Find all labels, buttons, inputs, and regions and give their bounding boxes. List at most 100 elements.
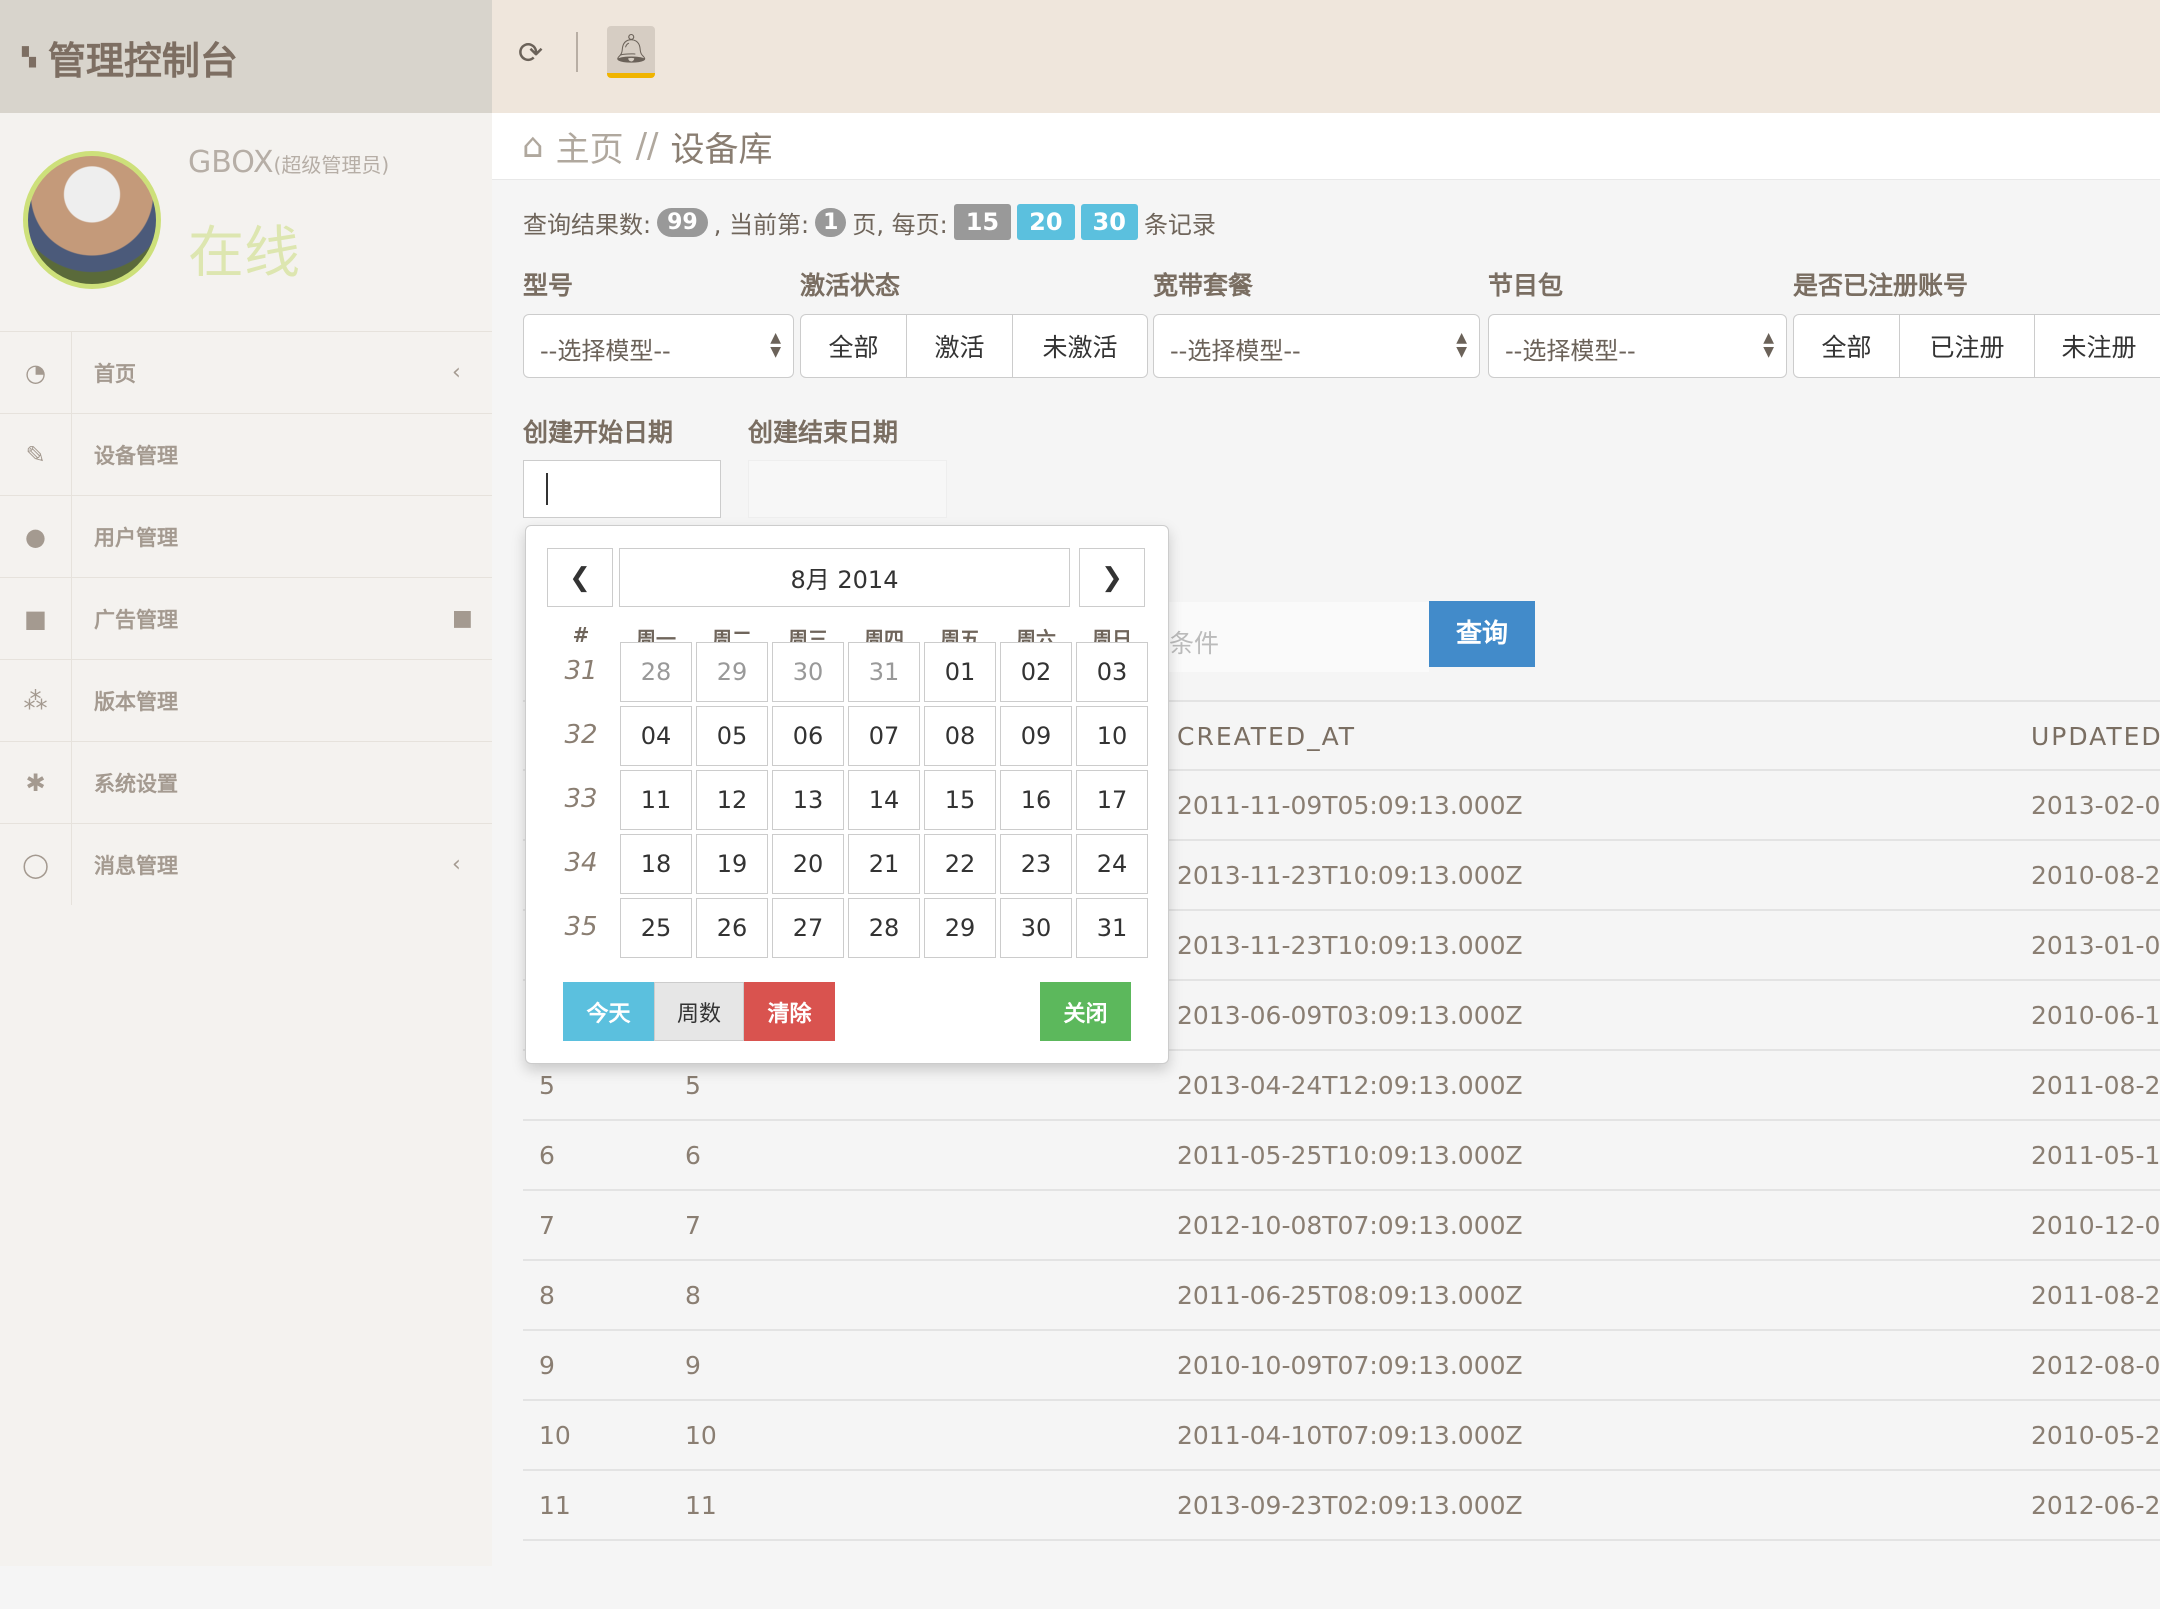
week-number: 35: [564, 912, 598, 942]
activation-all[interactable]: 全部: [801, 315, 907, 377]
refresh-icon[interactable]: ⟳: [518, 36, 543, 71]
calendar-day[interactable]: 23: [1000, 834, 1072, 894]
calendar-day[interactable]: 08: [924, 706, 996, 766]
calendar-day[interactable]: 17: [1076, 770, 1148, 830]
query-button[interactable]: 查询: [1429, 601, 1535, 667]
table-row[interactable]: 8 8 2011-06-25T08:09:13.000Z 2011-08-2: [523, 1259, 2160, 1329]
calendar-day[interactable]: 24: [1076, 834, 1148, 894]
registered-no[interactable]: 未注册: [2035, 315, 2160, 377]
breadcrumb: ⌂ 主页 // 设备库: [492, 113, 2160, 180]
sidebar-item-4[interactable]: ■ 广告管理 ■: [0, 577, 492, 659]
calendar-day[interactable]: 12: [696, 770, 768, 830]
user-role: (超级管理员): [273, 153, 390, 177]
page-size-15[interactable]: 15: [953, 204, 1012, 240]
calendar-day[interactable]: 31: [848, 642, 920, 702]
calendar-day[interactable]: 03: [1076, 642, 1148, 702]
calendar-day[interactable]: 06: [772, 706, 844, 766]
calendar-day[interactable]: 02: [1000, 642, 1072, 702]
table-row[interactable]: [523, 1539, 2160, 1609]
breadcrumb-home[interactable]: 主页: [556, 122, 624, 171]
calendar-day[interactable]: 20: [772, 834, 844, 894]
today-button[interactable]: 今天: [563, 982, 654, 1041]
month-title[interactable]: 8月 2014: [619, 548, 1070, 607]
calendar-day[interactable]: 22: [924, 834, 996, 894]
table-row[interactable]: 7 7 2012-10-08T07:09:13.000Z 2010-12-0: [523, 1189, 2160, 1259]
activation-inactive[interactable]: 未激活: [1013, 315, 1147, 377]
video-camera-icon: ■: [0, 578, 72, 659]
table-cell: 10: [539, 1421, 571, 1450]
broadband-select-value: --选择模型--: [1170, 337, 1301, 365]
column-header-created-at[interactable]: CREATED_AT: [1177, 722, 1356, 751]
calendar-day[interactable]: 04: [620, 706, 692, 766]
table-row[interactable]: 6 6 2011-05-25T10:09:13.000Z 2011-05-1: [523, 1119, 2160, 1189]
sidebar-item-label: 消息管理: [94, 853, 178, 878]
calendar-day[interactable]: 11: [620, 770, 692, 830]
table-cell: 2010-06-1: [2031, 1001, 2160, 1030]
calendar-day[interactable]: 09: [1000, 706, 1072, 766]
column-header-updated-at[interactable]: UPDATED: [2031, 722, 2160, 751]
week-numbers-button[interactable]: 周数: [654, 982, 744, 1041]
model-select[interactable]: --选择模型-- ▲ ▼: [523, 314, 794, 378]
prev-month-button[interactable]: ❮: [547, 548, 613, 607]
calendar-day[interactable]: 19: [696, 834, 768, 894]
table-cell: 2013-01-0: [2031, 931, 2160, 960]
package-select[interactable]: --选择模型-- ▲ ▼: [1488, 314, 1787, 378]
table-cell: 2013-06-09T03:09:13.000Z: [1177, 1001, 1523, 1030]
app-title: 管理控制台: [47, 39, 238, 83]
registered-toggle-group: 全部 已注册 未注册: [1793, 314, 2160, 378]
registered-all[interactable]: 全部: [1794, 315, 1900, 377]
start-date-input[interactable]: [523, 460, 721, 518]
calendar-day[interactable]: 27: [772, 898, 844, 958]
table-cell: 2013-04-24T12:09:13.000Z: [1177, 1071, 1523, 1100]
calendar-day[interactable]: 07: [848, 706, 920, 766]
calendar-day[interactable]: 01: [924, 642, 996, 702]
clear-button[interactable]: 清除: [744, 982, 835, 1041]
sidebar-item-3[interactable]: ● 用户管理: [0, 495, 492, 577]
weekday-header: #: [572, 623, 590, 647]
table-row[interactable]: 10 10 2011-04-10T07:09:13.000Z 2010-05-2: [523, 1399, 2160, 1469]
calendar-day[interactable]: 28: [620, 642, 692, 702]
table-row[interactable]: 11 11 2013-09-23T02:09:13.000Z 2012-06-2: [523, 1469, 2160, 1539]
next-month-button[interactable]: ❯: [1079, 548, 1145, 607]
calendar-day[interactable]: 31: [1076, 898, 1148, 958]
calendar-day[interactable]: 13: [772, 770, 844, 830]
calendar-day[interactable]: 10: [1076, 706, 1148, 766]
result-count-label: 查询结果数:: [523, 210, 652, 239]
table-cell: 2012-08-0: [2031, 1351, 2160, 1380]
sidebar-item-2[interactable]: ✎ 设备管理: [0, 413, 492, 495]
comment-icon: ◯: [0, 824, 72, 905]
close-button[interactable]: 关闭: [1040, 982, 1131, 1041]
sidebar-item-5[interactable]: ⁂ 版本管理: [0, 659, 492, 741]
calendar-day[interactable]: 29: [924, 898, 996, 958]
calendar-day[interactable]: 16: [1000, 770, 1072, 830]
page-size-20[interactable]: 20: [1017, 204, 1075, 240]
calendar-day[interactable]: 18: [620, 834, 692, 894]
sidebar-item-7[interactable]: ◯ 消息管理 ‹: [0, 823, 492, 905]
end-date-input[interactable]: [748, 460, 947, 518]
calendar-day[interactable]: 15: [924, 770, 996, 830]
table-cell: 2013-11-23T10:09:13.000Z: [1177, 861, 1523, 890]
bell-icon[interactable]: 🔔︎: [607, 26, 655, 78]
table-row[interactable]: 9 9 2010-10-09T07:09:13.000Z 2012-08-0: [523, 1329, 2160, 1399]
calendar-day[interactable]: 21: [848, 834, 920, 894]
brand[interactable]: ▚ 管理控制台: [22, 30, 238, 85]
calendar-day[interactable]: 28: [848, 898, 920, 958]
calendar-day[interactable]: 14: [848, 770, 920, 830]
calendar-day[interactable]: 05: [696, 706, 768, 766]
calendar-day[interactable]: 26: [696, 898, 768, 958]
calendar-day[interactable]: 30: [772, 642, 844, 702]
table-cell: 2013-11-23T10:09:13.000Z: [1177, 931, 1523, 960]
calendar-day[interactable]: 29: [696, 642, 768, 702]
calendar-day[interactable]: 25: [620, 898, 692, 958]
sidebar-item-6[interactable]: ✱ 系统设置: [0, 741, 492, 823]
table-cell: 2011-05-1: [2031, 1141, 2160, 1170]
page-size-30[interactable]: 30: [1080, 204, 1138, 240]
activation-active[interactable]: 激活: [907, 315, 1013, 377]
search-input[interactable]: 条件: [1169, 602, 1429, 672]
sidebar-item-1[interactable]: ◔ 首页 ‹: [0, 331, 492, 413]
registered-yes[interactable]: 已注册: [1900, 315, 2035, 377]
table-cell: 5: [539, 1071, 555, 1100]
breadcrumb-separator: //: [635, 126, 659, 166]
broadband-select[interactable]: --选择模型-- ▲ ▼: [1153, 314, 1480, 378]
calendar-day[interactable]: 30: [1000, 898, 1072, 958]
